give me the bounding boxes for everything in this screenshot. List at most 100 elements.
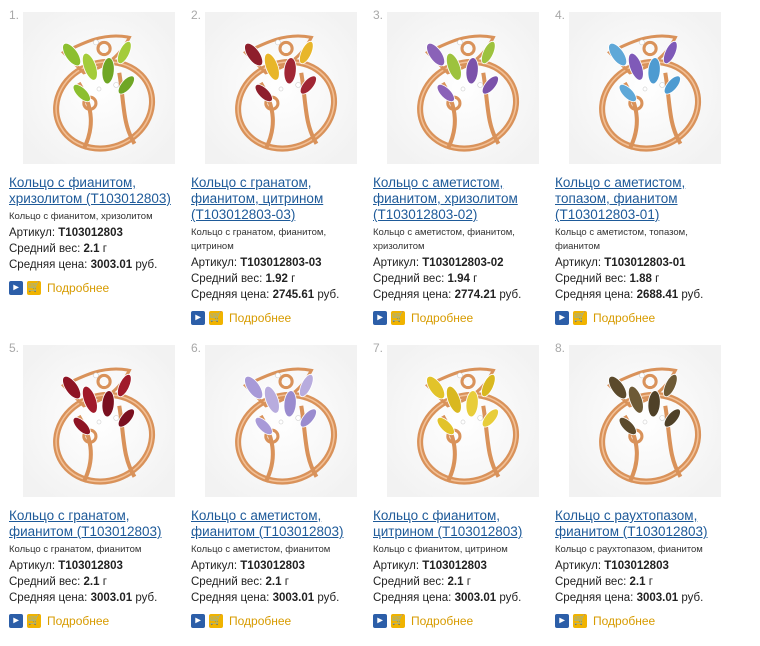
ring-illustration — [387, 345, 539, 497]
ring-illustration — [569, 345, 721, 497]
weight-unit: г — [473, 273, 478, 285]
price-value: 3003.01 — [90, 259, 133, 271]
article-row: Артикул: Т103012803 — [9, 225, 184, 241]
weight-value: 2.1 — [83, 243, 100, 255]
cart-icon[interactable]: 🛒 — [391, 311, 405, 325]
arrow-right-icon[interactable]: ▸ — [555, 311, 569, 325]
weight-unit: г — [466, 576, 471, 588]
weight-label: Средний вес: — [373, 273, 445, 285]
price-row: Средняя цена: 2745.61 руб. — [191, 287, 366, 303]
article-label: Артикул: — [9, 560, 56, 572]
product-title-link[interactable]: Кольцо с раухтопазом, фианитом (Т1030128… — [555, 508, 730, 540]
price-unit: руб. — [681, 289, 704, 301]
ring-illustration — [23, 345, 175, 497]
price-value: 3003.01 — [454, 592, 497, 604]
cart-icon[interactable]: 🛒 — [209, 614, 223, 628]
price-label: Средняя цена: — [555, 592, 634, 604]
article-row: Артикул: Т103012803 — [555, 558, 730, 574]
weight-label: Средний вес: — [555, 576, 627, 588]
article-label: Артикул: — [9, 227, 56, 239]
product-title-link[interactable]: Кольцо с аметистом, фианитом (Т103012803… — [191, 508, 366, 540]
weight-label: Средний вес: — [191, 273, 263, 285]
cart-icon[interactable]: 🛒 — [209, 311, 223, 325]
cart-icon[interactable]: 🛒 — [573, 311, 587, 325]
ring-image[interactable] — [569, 12, 721, 164]
ring-image[interactable] — [205, 12, 357, 164]
article-label: Артикул: — [191, 257, 238, 269]
weight-row: Средний вес: 1.88 г — [555, 271, 730, 287]
product-info: Кольцо с раухтопазом, фианитом (Т1030128… — [555, 508, 730, 629]
article-label: Артикул: — [373, 257, 420, 269]
product-description: Кольцо с гранатом, фианитом — [9, 544, 142, 555]
ring-image[interactable] — [387, 345, 539, 497]
weight-row: Средний вес: 2.1 г — [9, 574, 184, 590]
article-value: Т103012803-03 — [240, 257, 322, 269]
product-actions: ▸ 🛒 Подробнее — [191, 613, 366, 629]
cart-icon[interactable]: 🛒 — [27, 281, 41, 295]
more-details-link[interactable]: Подробнее — [47, 281, 109, 295]
cart-icon[interactable]: 🛒 — [391, 614, 405, 628]
product-description: Кольцо с раухтопазом, фианитом — [555, 544, 703, 555]
product-actions: ▸ 🛒 Подробнее — [373, 310, 548, 326]
weight-row: Средний вес: 1.92 г — [191, 271, 366, 287]
product-actions: ▸ 🛒 Подробнее — [555, 613, 730, 629]
product-title-link[interactable]: Кольцо с аметистом, топазом, фианитом (Т… — [555, 175, 730, 223]
weight-unit: г — [655, 273, 660, 285]
price-value: 2745.61 — [272, 289, 315, 301]
ring-image[interactable] — [23, 345, 175, 497]
weight-unit: г — [648, 576, 653, 588]
product-title-link[interactable]: Кольцо с гранатом, фианитом, цитрином (Т… — [191, 175, 366, 223]
arrow-right-icon[interactable]: ▸ — [555, 614, 569, 628]
ring-image[interactable] — [387, 12, 539, 164]
price-row: Средняя цена: 3003.01 руб. — [191, 590, 366, 606]
price-value: 3003.01 — [272, 592, 315, 604]
ring-illustration — [387, 12, 539, 164]
price-unit: руб. — [499, 592, 522, 604]
arrow-right-icon[interactable]: ▸ — [9, 614, 23, 628]
product-description: Кольцо с аметистом, фианитом — [191, 544, 331, 555]
weight-row: Средний вес: 2.1 г — [555, 574, 730, 590]
arrow-right-icon[interactable]: ▸ — [373, 614, 387, 628]
product-info: Кольцо с гранатом, фианитом, цитрином (Т… — [191, 175, 366, 326]
ring-image[interactable] — [569, 345, 721, 497]
cart-icon[interactable]: 🛒 — [573, 614, 587, 628]
more-details-link[interactable]: Подробнее — [593, 311, 655, 325]
product-description: Кольцо с аметистом, топазом, фианитом — [555, 227, 688, 252]
product-index: 5. — [9, 341, 20, 355]
more-details-link[interactable]: Подробнее — [47, 614, 109, 628]
article-value: Т103012803-01 — [604, 257, 686, 269]
product-title-link[interactable]: Кольцо с фианитом, цитрином (Т103012803) — [373, 508, 548, 540]
arrow-right-icon[interactable]: ▸ — [191, 311, 205, 325]
cart-icon[interactable]: 🛒 — [27, 614, 41, 628]
product-title-link[interactable]: Кольцо с аметистом, фианитом, хризолитом… — [373, 175, 548, 223]
price-row: Средняя цена: 3003.01 руб. — [373, 590, 548, 606]
weight-label: Средний вес: — [9, 243, 81, 255]
weight-unit: г — [102, 576, 107, 588]
price-label: Средняя цена: — [191, 289, 270, 301]
product-index: 2. — [191, 8, 202, 22]
product-info: Кольцо с аметистом, фианитом (Т103012803… — [191, 508, 366, 629]
price-label: Средняя цена: — [191, 592, 270, 604]
product-description: Кольцо с гранатом, фианитом, цитрином — [191, 227, 327, 252]
weight-unit: г — [291, 273, 296, 285]
arrow-right-icon[interactable]: ▸ — [9, 281, 23, 295]
price-label: Средняя цена: — [9, 259, 88, 271]
weight-value: 2.1 — [83, 576, 100, 588]
product-index: 8. — [555, 341, 566, 355]
more-details-link[interactable]: Подробнее — [411, 614, 473, 628]
ring-image[interactable] — [23, 12, 175, 164]
product-index: 1. — [9, 8, 20, 22]
more-details-link[interactable]: Подробнее — [593, 614, 655, 628]
arrow-right-icon[interactable]: ▸ — [373, 311, 387, 325]
product-index: 4. — [555, 8, 566, 22]
product-title-link[interactable]: Кольцо с гранатом, фианитом (Т103012803) — [9, 508, 184, 540]
article-row: Артикул: Т103012803-02 — [373, 255, 548, 271]
price-label: Средняя цена: — [9, 592, 88, 604]
ring-image[interactable] — [205, 345, 357, 497]
weight-value: 2.1 — [265, 576, 282, 588]
arrow-right-icon[interactable]: ▸ — [191, 614, 205, 628]
more-details-link[interactable]: Подробнее — [411, 311, 473, 325]
more-details-link[interactable]: Подробнее — [229, 614, 291, 628]
product-title-link[interactable]: Кольцо с фианитом, хризолитом (Т10301280… — [9, 175, 184, 207]
more-details-link[interactable]: Подробнее — [229, 311, 291, 325]
